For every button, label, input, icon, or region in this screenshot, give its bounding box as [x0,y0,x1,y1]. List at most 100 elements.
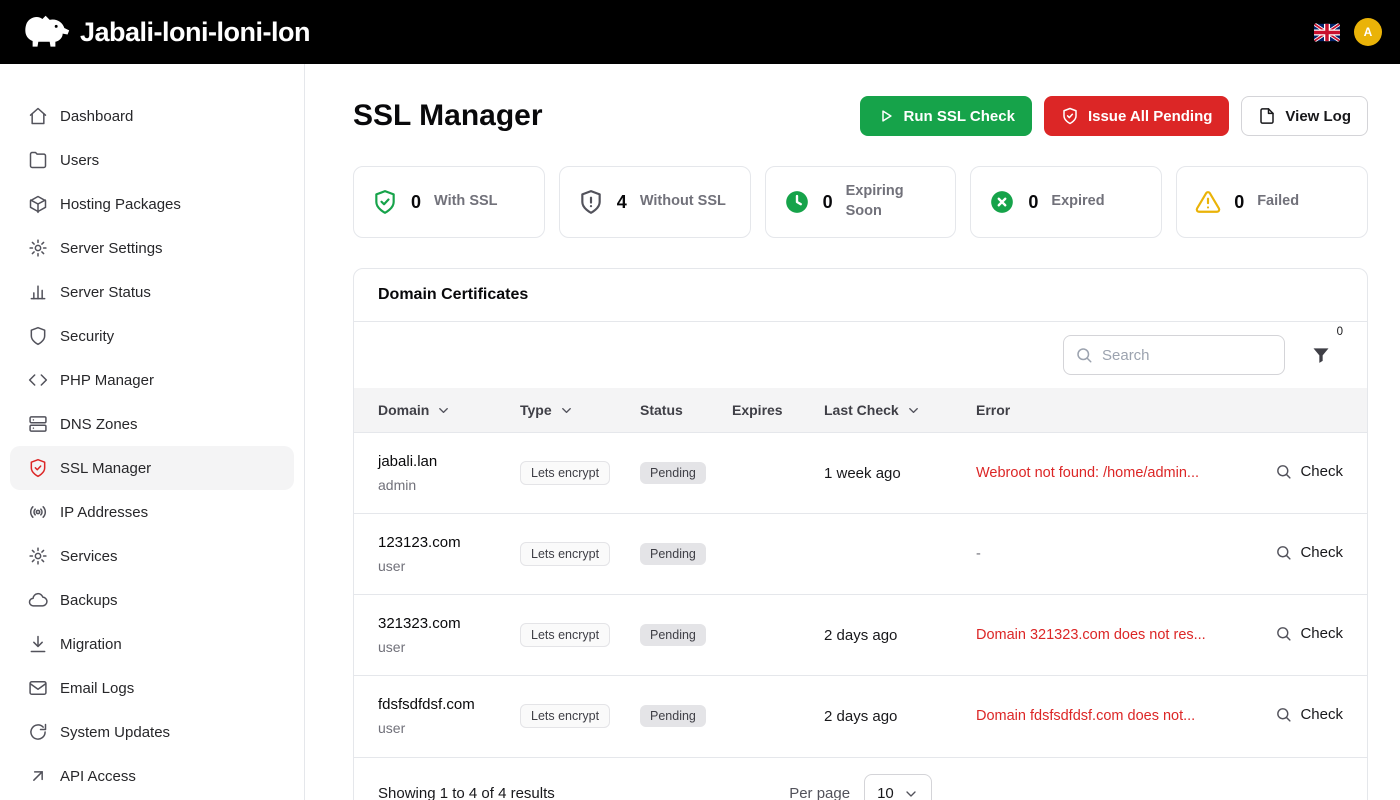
stat-card-with-ssl: 0With SSL [353,166,545,238]
language-flag-button[interactable] [1314,23,1340,42]
sidebar-item-dns-zones[interactable]: DNS Zones [10,402,294,446]
search-icon [1275,463,1292,480]
x-circle-filled-icon [989,189,1015,215]
code-icon [28,370,48,390]
check-label: Check [1300,544,1343,561]
chevron-down-icon [436,403,451,418]
type-badge: Lets encrypt [520,704,610,728]
sidebar-item-label: Server Settings [60,240,163,257]
sidebar-item-ssl-manager[interactable]: SSL Manager [10,446,294,490]
shield-check-icon [372,189,398,215]
chevron-down-icon [559,403,574,418]
column-label: Domain [378,402,429,418]
results-summary: Showing 1 to 4 of 4 results [378,785,789,800]
sidebar-item-security[interactable]: Security [10,314,294,358]
search-icon [1275,625,1292,642]
clock-filled-icon [784,189,810,215]
stat-label: Expired [1051,192,1104,212]
check-label: Check [1300,625,1343,642]
check-button[interactable]: Check [1275,625,1343,642]
type-cell: Lets encrypt [520,433,640,514]
sidebar-item-users[interactable]: Users [10,138,294,182]
sidebar-item-label: Server Status [60,284,151,301]
arrow-up-right-icon [28,766,48,786]
sidebar-item-label: PHP Manager [60,372,154,389]
sidebar-item-dashboard[interactable]: Dashboard [10,94,294,138]
card-head: Domain Certificates [354,269,1367,322]
sidebar-item-services[interactable]: Services [10,534,294,578]
per-page-control: Per page 10 [789,774,932,800]
sidebar-item-api-access[interactable]: API Access [10,754,294,798]
stat-icon [1195,189,1221,215]
table-footer: Showing 1 to 4 of 4 results Per page 10 [354,757,1367,800]
domain-user: admin [378,477,504,493]
sidebar-item-backups[interactable]: Backups [10,578,294,622]
sidebar-item-label: System Updates [60,724,170,741]
chevron-down-icon [906,403,921,418]
sidebar-item-label: Hosting Packages [60,196,181,213]
expires-cell [732,514,824,595]
table-header-row: DomainTypeStatusExpiresLast CheckError [354,388,1367,433]
check-label: Check [1300,463,1343,480]
column-label: Status [640,402,683,418]
stat-value: 0 [1234,192,1244,213]
domain-user: user [378,639,504,655]
check-button[interactable]: Check [1275,706,1343,723]
check-button[interactable]: Check [1275,544,1343,561]
domain-cell: 321323.comuser [354,595,520,676]
search-icon [1275,544,1292,561]
column-header-error: Error [976,388,1257,433]
column-header-type[interactable]: Type [520,388,640,433]
package-icon [28,194,48,214]
sidebar-item-ip-addresses[interactable]: IP Addresses [10,490,294,534]
expires-cell [732,433,824,514]
table-row: jabali.lanadminLets encryptPending1 week… [354,433,1367,514]
filter-button[interactable]: 0 [1307,341,1335,369]
stat-label: Without SSL [640,192,726,212]
avatar[interactable]: A [1354,18,1382,46]
sidebar: DashboardUsers Hosting Packages Server Set… [0,64,305,800]
table-row: 123123.comuserLets encryptPending-Check [354,514,1367,595]
sidebar-item-label: IP Addresses [60,504,148,521]
expires-cell [732,676,824,757]
run-ssl-check-button[interactable]: Run SSL Check [860,96,1032,136]
play-icon [877,107,895,125]
sidebar-item-hosting-packages[interactable]: Hosting Packages [10,182,294,226]
type-cell: Lets encrypt [520,595,640,676]
per-page-value: 10 [877,785,894,800]
stat-icon [784,189,810,215]
sidebar-item-email-logs[interactable]: Email Logs [10,666,294,710]
last-check-cell [824,514,976,595]
column-header-last-check[interactable]: Last Check [824,388,976,433]
domain-cell: 123123.comuser [354,514,520,595]
check-button[interactable]: Check [1275,463,1343,480]
status-badge: Pending [640,543,706,565]
view-log-button[interactable]: View Log [1241,96,1368,136]
alert-triangle-icon [1195,189,1221,215]
expires-cell [732,595,824,676]
last-check-cell: 2 days ago [824,676,976,757]
stat-card-without-ssl: 4 Without SSL [559,166,751,238]
error-cell: Webroot not found: /home/admin... [976,433,1257,514]
sidebar-item-system-updates[interactable]: System Updates [10,710,294,754]
search-input[interactable] [1063,335,1285,375]
stat-label: Failed [1257,192,1299,212]
mail-icon [28,678,48,698]
button-label: Run SSL Check [904,108,1015,125]
column-header-domain[interactable]: Domain [354,388,520,433]
sidebar-item-server-status[interactable]: Server Status [10,270,294,314]
status-badge: Pending [640,462,706,484]
home-icon [28,106,48,126]
certificates-table: DomainTypeStatusExpiresLast CheckError j… [354,388,1367,757]
action-cell: Check [1257,595,1367,676]
per-page-select[interactable]: 10 [864,774,932,800]
boar-logo-icon [18,12,70,52]
sidebar-item-server-settings[interactable]: Server Settings [10,226,294,270]
button-label: View Log [1285,108,1351,125]
gear-icon [28,238,48,258]
issue-all-pending-button[interactable]: Issue All Pending [1044,96,1229,136]
card-title: Domain Certificates [378,286,1343,304]
stat-value: 4 [617,192,627,213]
sidebar-item-migration[interactable]: Migration [10,622,294,666]
sidebar-item-php-manager[interactable]: PHP Manager [10,358,294,402]
